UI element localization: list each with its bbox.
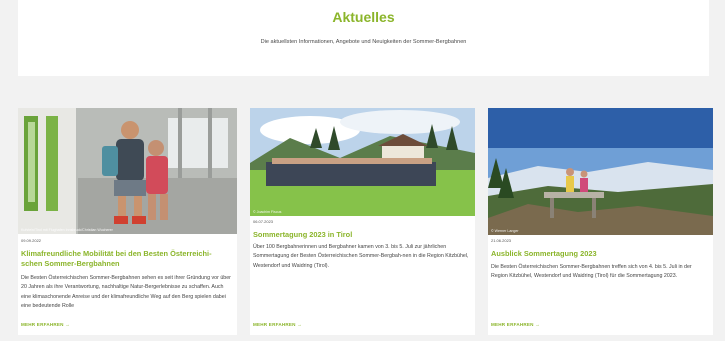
news-card-mobility[interactable]: Kufstein/Tirol mit Flughafen Innsbruck/C…: [18, 108, 237, 335]
card-title[interactable]: Klimafreundliche Mobilität bei den Beste…: [21, 249, 231, 268]
page-header: Aktuelles Die aktuellsten Informationen,…: [18, 0, 709, 76]
card-image-mountain[interactable]: © Werner Langer: [488, 108, 713, 235]
read-more-link[interactable]: MEHR ERFAHREN →: [253, 322, 302, 327]
card-excerpt: Die Besten Österreichischen Sommer-Bergb…: [491, 264, 692, 280]
card-title[interactable]: Ausblick Sommertagung 2023: [491, 249, 707, 259]
card-image-group[interactable]: © Joachim Fiscus: [250, 108, 475, 216]
image-credit: © Werner Langer: [491, 229, 519, 233]
card-date: 21.06.2023: [491, 238, 512, 243]
page-subtitle: Die aktuellsten Informationen, Angebote …: [260, 39, 467, 45]
read-more-link[interactable]: MEHR ERFAHREN →: [491, 322, 540, 327]
card-excerpt: Über 100 Bergbahnerinnen und Bergbahner …: [253, 244, 469, 269]
image-credit: Kufstein/Tirol mit Flughafen Innsbruck/C…: [21, 228, 113, 232]
card-excerpt: Die Besten Österreichischen Sommer-Bergb…: [21, 275, 231, 310]
mountain-photo: [488, 108, 713, 235]
news-card-summer-meeting[interactable]: © Joachim Fiscus 06.07.2023 Sommertagung…: [250, 108, 475, 335]
card-title[interactable]: Sommertagung 2023 in Tirol: [253, 230, 469, 240]
page-title: Aktuelles: [332, 9, 395, 25]
image-credit: © Joachim Fiscus: [253, 210, 282, 214]
card-date: 06.07.2023: [253, 219, 274, 224]
read-more-link[interactable]: MEHR ERFAHREN →: [21, 322, 70, 327]
card-image-train[interactable]: Kufstein/Tirol mit Flughafen Innsbruck/C…: [18, 108, 237, 234]
train-photo: [18, 108, 237, 234]
news-card-preview[interactable]: © Werner Langer 21.06.2023 Ausblick Somm…: [488, 108, 713, 335]
group-photo: [250, 108, 475, 216]
card-date: 09.09.2022: [21, 238, 42, 243]
